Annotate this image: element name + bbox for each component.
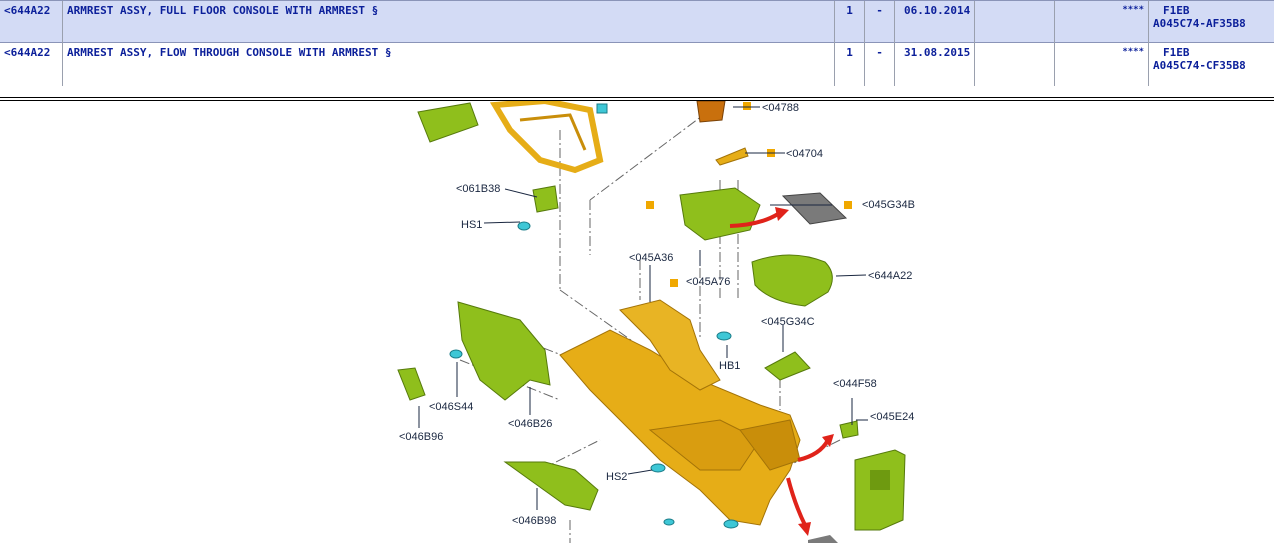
shifter-bezel-frame — [489, 101, 604, 174]
flag-cell: **** — [1054, 1, 1148, 44]
label-046S44[interactable]: <046S44 — [429, 401, 473, 413]
reference-line2: A045C74-AF35B8 — [1153, 17, 1246, 30]
label-045E24[interactable]: <045E24 — [870, 411, 914, 423]
screw-icon — [716, 331, 732, 341]
label-04788[interactable]: <04788 — [762, 102, 799, 114]
table-row[interactable]: <644A22 ARMREST ASSY, FLOW THROUGH CONSO… — [0, 43, 1274, 86]
screw-icon — [596, 103, 608, 114]
label-04704[interactable]: <04704 — [786, 148, 823, 160]
switch-part — [532, 185, 559, 213]
label-045A36[interactable]: <045A36 — [629, 252, 673, 264]
date-cell: 31.08.2015 — [894, 43, 974, 86]
screw-icon — [650, 463, 666, 473]
exploded-parts-diagram[interactable]: <04788 <04704 <061B38 HS1 <045G34B <045A… — [0, 101, 1274, 543]
side-panel-left — [457, 301, 551, 401]
trim-panel-part — [417, 102, 479, 143]
reference-line2: A045C74-CF35B8 — [1153, 59, 1246, 72]
label-046B96[interactable]: <046B96 — [399, 431, 443, 443]
cup-holder-part — [696, 101, 726, 123]
flag-cell: **** — [1054, 43, 1148, 86]
panel-opening — [870, 470, 890, 490]
separator-cell: - — [864, 43, 894, 86]
empty-cell — [974, 43, 1054, 86]
label-061B38[interactable]: <061B38 — [456, 183, 500, 195]
divider — [0, 97, 1274, 98]
quantity-cell: 1 — [834, 1, 864, 44]
reference-line1: F1EB — [1163, 46, 1190, 59]
quantity-cell: 1 — [834, 43, 864, 86]
rubber-mat-part — [781, 192, 848, 225]
label-HB1[interactable]: HB1 — [719, 360, 740, 372]
rear-trim-part — [503, 461, 599, 511]
empty-cell — [974, 1, 1054, 44]
part-code-cell: <644A22 — [4, 4, 51, 17]
reference-cell: F1EB A045C74-AF35B8 — [1148, 1, 1274, 44]
bracket-part — [715, 147, 749, 166]
reference-line1: F1EB — [1163, 4, 1190, 17]
clip-part — [839, 420, 859, 439]
label-045G34C[interactable]: <045G34C — [761, 316, 815, 328]
screw-icon — [449, 349, 463, 359]
description-cell: ARMREST ASSY, FLOW THROUGH CONSOLE WITH … — [62, 43, 834, 86]
armrest-lid-part — [751, 254, 833, 307]
mat-fragment — [808, 535, 838, 543]
date-cell: 06.10.2014 — [894, 1, 974, 44]
screw-icon — [517, 221, 531, 231]
label-046B98[interactable]: <046B98 — [512, 515, 556, 527]
label-044F58[interactable]: <044F58 — [833, 378, 877, 390]
label-644A22[interactable]: <644A22 — [868, 270, 912, 282]
pad-part — [764, 351, 811, 381]
end-cap-part — [397, 367, 426, 401]
separator-cell: - — [864, 1, 894, 44]
label-HS1[interactable]: HS1 — [461, 219, 482, 231]
label-HS2[interactable]: HS2 — [606, 471, 627, 483]
parts-table: <644A22 ARMREST ASSY, FULL FLOOR CONSOLE… — [0, 0, 1274, 86]
part-code-cell: <644A22 — [4, 46, 51, 59]
reference-cell: F1EB A045C74-CF35B8 — [1148, 43, 1274, 86]
description-cell: ARMREST ASSY, FULL FLOOR CONSOLE WITH AR… — [62, 1, 834, 44]
console-tray-part — [679, 187, 761, 241]
label-046B26[interactable]: <046B26 — [508, 418, 552, 430]
table-row-selected[interactable]: <644A22 ARMREST ASSY, FULL FLOOR CONSOLE… — [0, 0, 1274, 44]
screw-icon — [663, 518, 675, 526]
screw-icon — [723, 519, 739, 529]
label-045A76[interactable]: <045A76 — [686, 276, 730, 288]
label-045G34B[interactable]: <045G34B — [862, 199, 915, 211]
